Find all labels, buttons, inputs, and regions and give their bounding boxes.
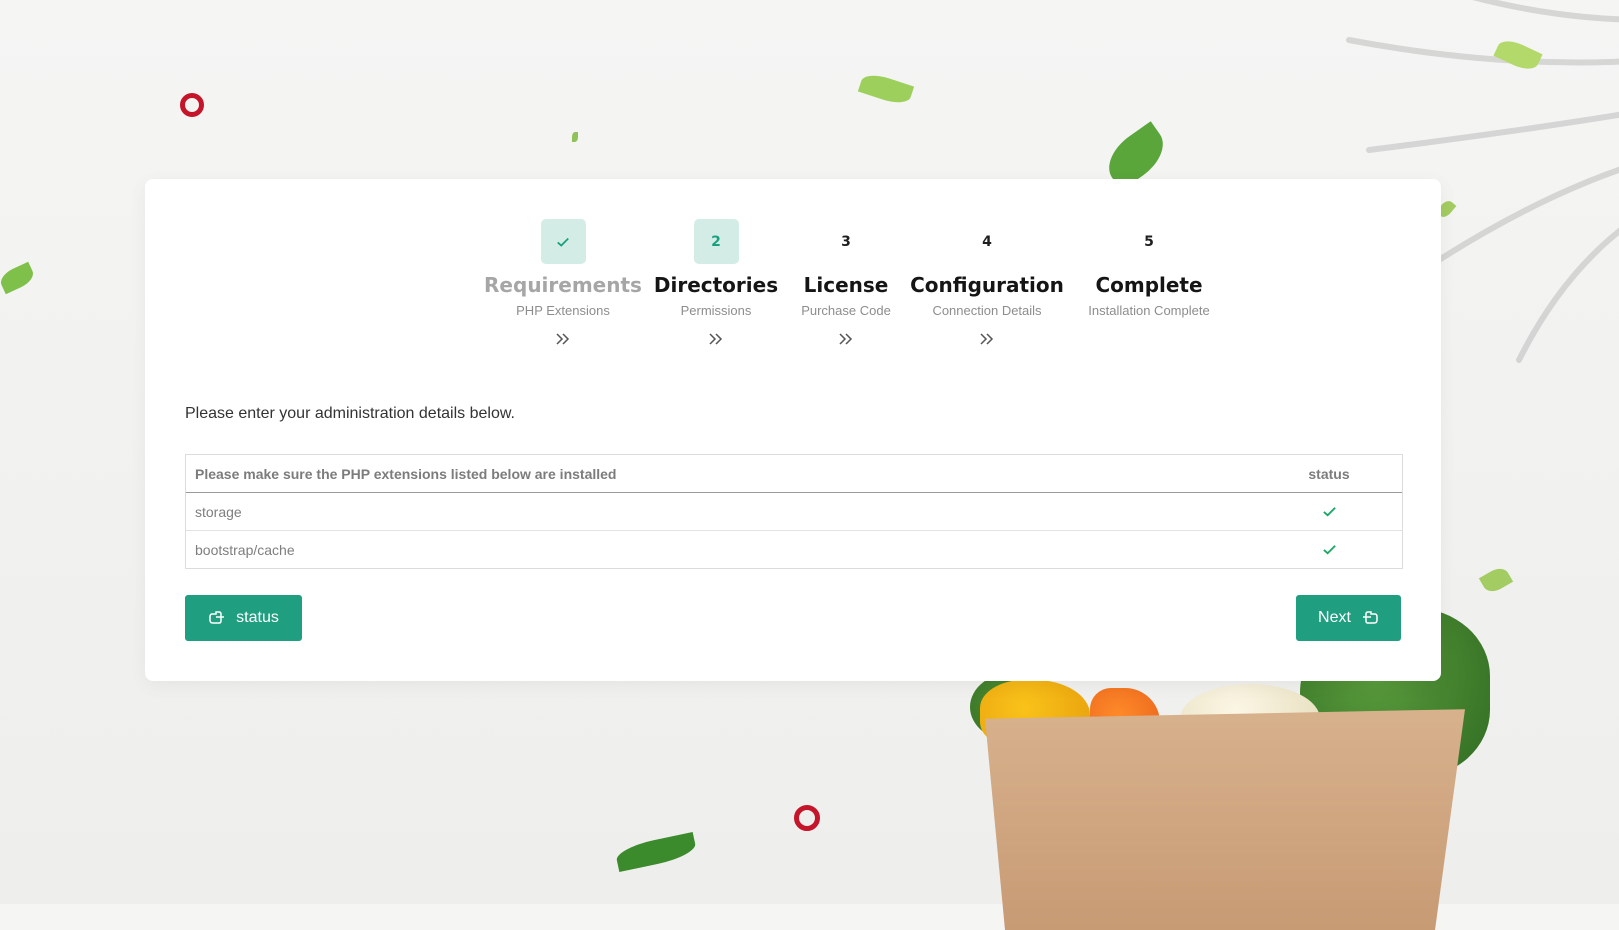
step-subtitle: PHP Extensions <box>516 303 610 318</box>
step-number-badge: 5 <box>1144 233 1154 250</box>
step-title: Configuration <box>910 273 1064 297</box>
step-subtitle: Installation Complete <box>1088 303 1210 318</box>
pepper-ring-decoration <box>794 805 820 831</box>
leaf-decoration <box>1478 564 1514 596</box>
double-chevron-right-icon <box>478 330 648 350</box>
grocery-bag-decoration <box>985 709 1465 930</box>
table-header-status: status <box>1308 465 1350 482</box>
status-button[interactable]: status <box>185 595 302 641</box>
table-header-row: Please make sure the PHP extensions list… <box>186 455 1402 493</box>
table-header-label: Please make sure the PHP extensions list… <box>195 465 617 482</box>
directory-name: bootstrap/cache <box>195 541 295 558</box>
next-button-label: Next <box>1318 609 1351 626</box>
step-title: Requirements <box>484 273 642 297</box>
double-chevron-right-icon <box>902 330 1072 350</box>
step-requirements[interactable]: Requirements PHP Extensions <box>478 219 648 350</box>
table-row: storage <box>186 493 1402 530</box>
step-subtitle: Connection Details <box>932 303 1042 318</box>
status-button-label: status <box>236 609 279 626</box>
status-cell <box>1256 542 1402 557</box>
permissions-table: Please make sure the PHP extensions list… <box>185 454 1403 569</box>
next-button[interactable]: Next <box>1296 595 1401 641</box>
step-number-badge: 2 <box>693 219 739 264</box>
step-complete[interactable]: 5 Complete Installation Complete <box>1064 219 1234 319</box>
step-number-badge: 3 <box>841 233 851 250</box>
pepper-ring-decoration <box>180 93 204 117</box>
status-cell <box>1256 504 1402 519</box>
directory-name: storage <box>195 503 242 520</box>
pointing-hand-left-icon <box>209 611 225 624</box>
step-title: Complete <box>1095 273 1203 297</box>
leaf-decoration <box>0 261 37 295</box>
leaf-decoration <box>614 831 698 873</box>
installer-steps: Requirements PHP Extensions 2 Directorie… <box>145 219 1441 359</box>
pointing-hand-right-icon <box>1362 611 1378 624</box>
table-row: bootstrap/cache <box>186 530 1402 568</box>
check-icon <box>1322 545 1336 555</box>
leaf-decoration <box>572 132 578 142</box>
installer-card: Requirements PHP Extensions 2 Directorie… <box>145 179 1441 681</box>
intro-text: Please enter your administration details… <box>185 405 515 422</box>
leaf-decoration <box>857 70 915 108</box>
step-configuration[interactable]: 4 Configuration Connection Details <box>902 219 1072 350</box>
step-number-badge <box>540 219 586 264</box>
check-icon <box>557 237 569 247</box>
step-number-badge: 4 <box>982 233 992 250</box>
check-icon <box>1322 507 1336 517</box>
